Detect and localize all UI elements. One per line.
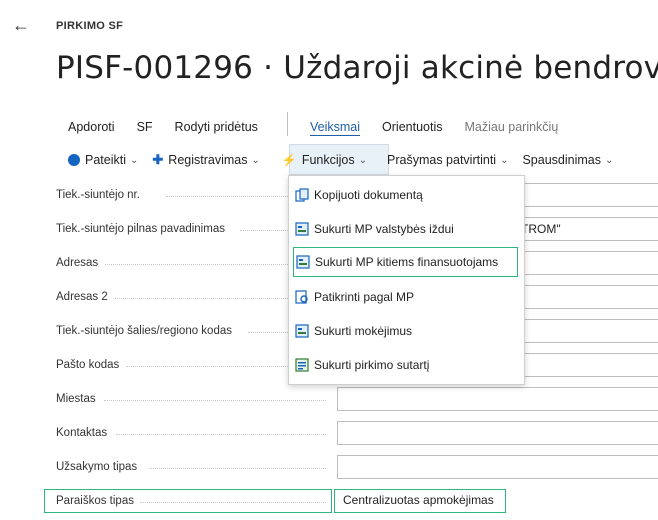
menu-item-create-purchase-contract[interactable]: Sukurti pirkimo sutartį — [293, 350, 518, 380]
create-payment-icon — [295, 222, 309, 236]
request-type-value-highlight — [334, 489, 506, 513]
tab-orientuotis[interactable]: Orientuotis — [382, 120, 442, 134]
back-button[interactable]: ← — [8, 12, 34, 38]
sf-button[interactable]: SF — [137, 120, 153, 134]
spausdinimas-label: Spausdinimas — [522, 153, 601, 167]
chevron-down-icon: ⌄ — [358, 154, 368, 166]
copy-document-icon — [295, 188, 309, 202]
field-row: Užsakymo tipas — [0, 452, 658, 486]
action-bar-primary: Apdoroti SF Rodyti pridėtus — [68, 116, 280, 138]
prasymas-patvirtinti-button[interactable]: Prašymas patvirtinti ⌄ — [387, 153, 508, 167]
dotted-leader — [104, 400, 326, 401]
field-label: Užsakymo tipas — [56, 461, 138, 473]
menu-item-label: Sukurti MP kitiems finansuotojams — [315, 255, 499, 269]
page-title: PISF-001296 · Uždaroji akcinė bendrovė — [56, 50, 658, 86]
arrow-left-icon: ← — [12, 14, 30, 35]
menu-item-label: Kopijuoti dokumentą — [314, 188, 423, 202]
field-label: Adresas — [56, 257, 99, 269]
post-icon: ✚ — [152, 152, 164, 167]
action-bar-secondary: Pateikti ⌄ ✚ Registravimas ⌄ ⚡ Funkcijos… — [68, 149, 627, 171]
rodyti-pridetus-button[interactable]: Rodyti pridėtus — [175, 120, 258, 134]
field-label: Adresas 2 — [56, 291, 108, 303]
order-type-input[interactable] — [337, 455, 658, 479]
field-label: Tiek.-siuntėjo šalies/regiono kodas — [56, 325, 232, 337]
pateikti-label: Pateikti — [85, 153, 126, 167]
less-options-button[interactable]: Mažiau parinkčių — [464, 120, 558, 134]
field-label: Tiek.-siuntėjo pilnas pavadinimas — [56, 223, 225, 235]
menu-item-label: Patikrinti pagal MP — [314, 290, 415, 304]
menu-item-label: Sukurti MP valstybės iždui — [314, 222, 454, 236]
field-label: Kontaktas — [56, 427, 108, 439]
action-bar-tabs: Veiksmai Orientuotis Mažiau parinkčių — [310, 116, 580, 138]
funkcijos-button[interactable]: ⚡ Funkcijos ⌄ — [282, 153, 367, 167]
registravimas-button[interactable]: ✚ Registravimas ⌄ — [152, 152, 259, 168]
city-input[interactable] — [337, 387, 658, 411]
field-row: Kontaktas — [0, 418, 658, 452]
contact-input[interactable] — [337, 421, 658, 445]
create-payment-icon — [296, 255, 310, 269]
field-label: Miestas — [56, 393, 96, 405]
chevron-down-icon: ⌄ — [251, 154, 260, 166]
create-payment-icon — [295, 324, 309, 338]
chevron-down-icon: ⌄ — [604, 154, 614, 166]
field-row: Miestas — [0, 384, 658, 418]
menu-item-label: Sukurti pirkimo sutartį — [314, 358, 430, 372]
dotted-leader — [149, 468, 326, 469]
field-label: Pašto kodas — [56, 359, 120, 371]
dotted-leader — [116, 434, 326, 435]
menu-item-copy-document[interactable]: Kopijuoti dokumentą — [293, 180, 518, 210]
prasymas-label: Prašymas patvirtinti — [387, 153, 497, 167]
funkcijos-label: Funkcijos — [301, 153, 355, 167]
menu-item-create-mp-treasury[interactable]: Sukurti MP valstybės iždui — [293, 214, 518, 244]
field-label: Tiek.-siuntėjo nr. — [56, 189, 140, 201]
spausdinimas-button[interactable]: Spausdinimas ⌄ — [522, 153, 613, 167]
chevron-down-icon: ⌄ — [500, 154, 509, 166]
contract-icon — [295, 358, 309, 372]
apdoroti-button[interactable]: Apdoroti — [68, 120, 115, 134]
menu-item-create-mp-other-funders[interactable]: Sukurti MP kitiems finansuotojams — [293, 247, 518, 277]
circle-icon — [68, 154, 80, 166]
page-caption: PIRKIMO SF — [56, 20, 124, 32]
tab-veiksmai[interactable]: Veiksmai — [310, 120, 360, 134]
check-document-icon — [295, 290, 308, 304]
lightning-icon: ⚡ — [281, 153, 297, 167]
toolbar-divider — [287, 112, 288, 136]
chevron-down-icon: ⌄ — [130, 154, 139, 166]
funkcijos-dropdown-menu: Kopijuoti dokumentą Sukurti MP valstybės… — [288, 175, 525, 385]
menu-item-label: Sukurti mokėjimus — [314, 324, 413, 338]
menu-item-create-payments[interactable]: Sukurti mokėjimus — [293, 316, 518, 346]
request-type-label-highlight — [44, 489, 332, 513]
menu-item-check-against-mp[interactable]: Patikrinti pagal MP — [293, 282, 518, 312]
pateikti-button[interactable]: Pateikti ⌄ — [68, 153, 138, 167]
registravimas-label: Registravimas — [168, 153, 248, 167]
